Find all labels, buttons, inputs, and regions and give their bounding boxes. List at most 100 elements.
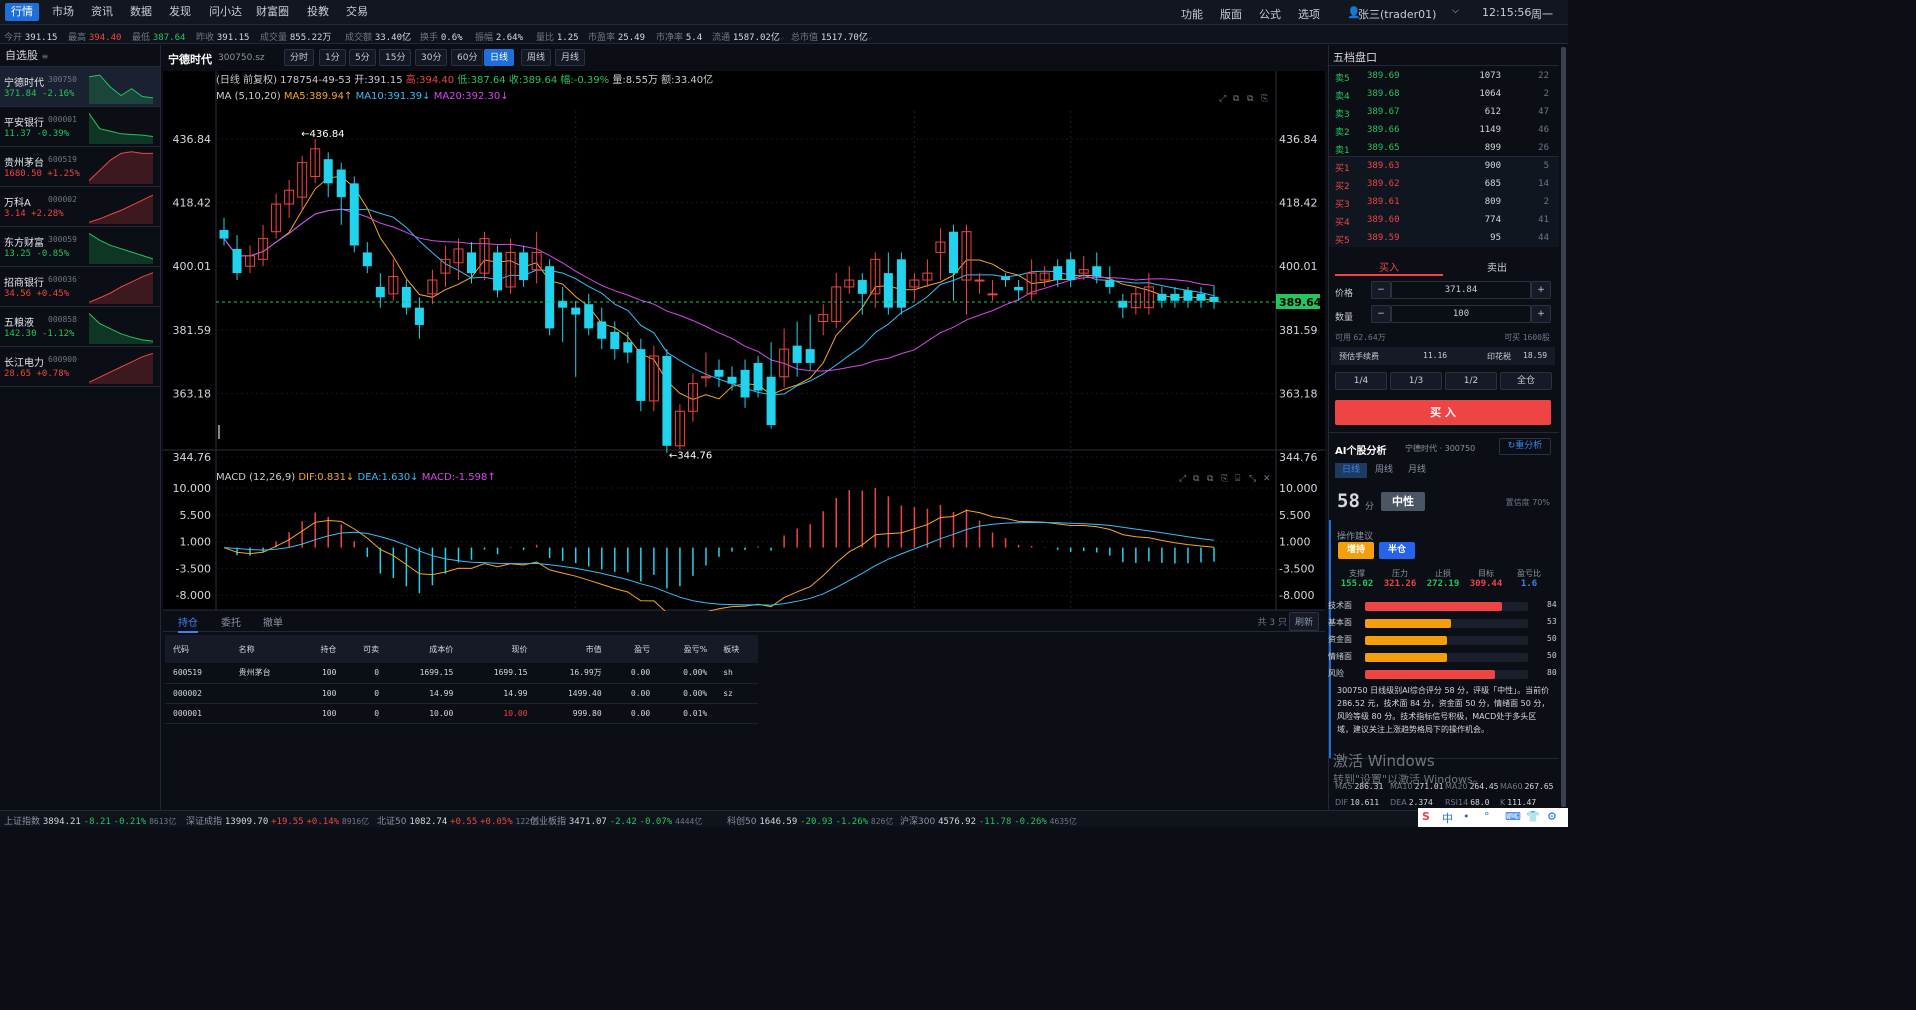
nav-tab-8[interactable]: 交易: [340, 3, 374, 21]
watchlist-item[interactable]: 招商银行 600036 34.56 +0.45%: [0, 267, 160, 307]
index-item[interactable]: 上证指数 3894.21 -8.21 -0.21% 8613亿: [4, 814, 176, 827]
column-header[interactable]: 盈亏%: [658, 635, 716, 663]
fraction-button[interactable]: 1/4: [1335, 372, 1387, 390]
nav-right-3[interactable]: 选项: [1298, 6, 1320, 22]
table-row[interactable]: 600519 贵州茅台 100 0 1699.15 1699.15 16.99万 0.00 0.…: [165, 663, 758, 684]
keyboard-icon[interactable]: ⌨: [1505, 810, 1521, 823]
scrollbar[interactable]: [1559, 45, 1568, 810]
price-input[interactable]: 371.84: [1391, 281, 1531, 299]
nav-tab-6[interactable]: 财富圈: [250, 3, 295, 21]
index-item[interactable]: 深证成指 13909.70 +19.55 +0.14% 8916亿: [186, 814, 369, 827]
column-header[interactable]: 可卖: [344, 635, 388, 663]
user-menu[interactable]: 张三(trader01): [1358, 6, 1436, 22]
dot-icon[interactable]: •: [1463, 810, 1470, 823]
watchlist-item[interactable]: 平安银行 000001 11.37 -0.39%: [0, 107, 160, 147]
punctuation-icon[interactable]: °: [1484, 810, 1490, 823]
nav-tab-3[interactable]: 数据: [124, 3, 158, 21]
bid-row[interactable]: 买3 389.61 809 2: [1329, 193, 1559, 211]
bid-row[interactable]: 买1 389.63 900 5: [1329, 157, 1559, 175]
ask-row[interactable]: 卖2 389.66 1149 46: [1329, 121, 1559, 139]
bottom-tab-2[interactable]: 撤单: [263, 614, 283, 629]
qty-minus-button[interactable]: −: [1371, 305, 1391, 323]
watchlist-item[interactable]: 贵州茅台 600519 1680.50 +1.25%: [0, 147, 160, 187]
timeframe-8[interactable]: 月线: [555, 49, 586, 66]
refresh-button[interactable]: 刷新: [1288, 612, 1319, 631]
nav-right-2[interactable]: 公式: [1259, 6, 1281, 22]
timeframe-1[interactable]: 1分: [319, 49, 346, 66]
fraction-button[interactable]: 全仓: [1500, 372, 1552, 390]
timeframe-6[interactable]: 日线: [484, 49, 515, 66]
bid-row[interactable]: 买2 389.62 685 14: [1329, 175, 1559, 193]
watchlist-item[interactable]: 五粮液 000858 142.30 -1.12%: [0, 307, 160, 347]
watchlist-item[interactable]: 东方财富 300059 13.25 -0.85%: [0, 227, 160, 267]
chevron-down-icon[interactable]: ⌵: [1452, 6, 1459, 16]
chart-tool-icon[interactable]: ⎘: [1221, 474, 1228, 484]
column-header[interactable]: 板块: [715, 635, 758, 663]
ask-row[interactable]: 卖3 389.67 612 47: [1329, 103, 1559, 121]
ask-row[interactable]: 卖1 389.65 899 26: [1329, 139, 1559, 157]
index-item[interactable]: 沪深300 4576.92 -11.78 -0.26% 4635亿: [900, 814, 1077, 827]
qty-plus-button[interactable]: +: [1531, 305, 1551, 323]
chart-tool-icon[interactable]: ⌸: [1235, 474, 1241, 484]
nav-right-1[interactable]: 版面: [1220, 6, 1242, 22]
timeframe-5[interactable]: 60分: [451, 49, 484, 66]
table-row[interactable]: 000002 100 0 14.99 14.99 1499.40 0.00 0.00% sz: [165, 683, 758, 704]
chart-tool-icon[interactable]: ⎘: [1261, 94, 1268, 104]
chart-tool-icon[interactable]: ⤡: [1249, 474, 1256, 484]
index-item[interactable]: 北证50 1082.74 +0.55 +0.05% 122亿: [377, 814, 538, 827]
skin-icon[interactable]: 👕: [1526, 810, 1540, 823]
nav-tab-2[interactable]: 资讯: [85, 3, 119, 21]
chart-tool-icon[interactable]: ⤢: [1178, 474, 1186, 484]
ime-icon[interactable]: 中: [1442, 810, 1453, 826]
nav-right-0[interactable]: 功能: [1181, 6, 1203, 22]
bottom-tab-1[interactable]: 委托: [221, 614, 241, 629]
column-header[interactable]: 盈亏: [609, 635, 659, 663]
qty-input[interactable]: 100: [1391, 305, 1531, 323]
watchlist-item[interactable]: 万科A 000002 3.14 +2.28%: [0, 187, 160, 227]
nav-tab-5[interactable]: 问小达: [203, 3, 248, 21]
chart-tool-icon[interactable]: ⧉: [1207, 474, 1214, 484]
bid-row[interactable]: 买4 389.60 774 41: [1329, 211, 1559, 229]
sell-tab[interactable]: 卖出: [1487, 259, 1507, 274]
bid-row[interactable]: 买5 389.59 95 44: [1329, 229, 1559, 247]
ask-row[interactable]: 卖5 389.69 1073 22: [1329, 67, 1559, 85]
watchlist-item[interactable]: 长江电力 600900 28.65 +0.78%: [0, 347, 160, 387]
price-plus-button[interactable]: +: [1531, 281, 1551, 299]
timeframe-2[interactable]: 5分: [349, 49, 376, 66]
column-header[interactable]: 名称: [230, 635, 302, 663]
nav-tab-7[interactable]: 投教: [301, 3, 335, 21]
fraction-button[interactable]: 1/2: [1445, 372, 1497, 390]
buy-tab[interactable]: 买入: [1379, 259, 1399, 274]
chart-tool-icon[interactable]: ⤢: [1218, 94, 1226, 104]
bottom-tab-0[interactable]: 持仓: [178, 614, 198, 633]
column-header[interactable]: 代码: [165, 635, 231, 663]
ai-tab-1[interactable]: 周线: [1368, 463, 1400, 478]
ai-tab-2[interactable]: 月线: [1401, 463, 1433, 478]
settings-icon[interactable]: ⚙: [1547, 810, 1557, 823]
table-row[interactable]: 000001 100 0 10.00 10.00 999.80 0.00 0.01%: [165, 703, 758, 724]
watchlist-item[interactable]: 宁德时代 300750 371.84 -2.16%: [0, 67, 160, 107]
column-header[interactable]: 市值: [535, 635, 610, 663]
timeframe-3[interactable]: 15分: [379, 49, 412, 66]
index-item[interactable]: 创业板指 3471.07 -2.42 -0.07% 4444亿: [530, 814, 702, 827]
chart-svg[interactable]: (日线 前复权) 178754-49-53 开:391.15 高:394.40 …: [163, 71, 1325, 636]
reanalyze-button[interactable]: ↻重分析: [1499, 438, 1551, 455]
column-header[interactable]: 成本价: [387, 635, 462, 663]
close-icon[interactable]: ✕: [1263, 474, 1271, 484]
chart-tool-icon[interactable]: ⧉: [1233, 94, 1240, 104]
column-header[interactable]: 现价: [461, 635, 536, 663]
ai-tab-0[interactable]: 日线: [1335, 463, 1367, 478]
fraction-button[interactable]: 1/3: [1390, 372, 1442, 390]
nav-tab-1[interactable]: 市场: [46, 3, 80, 21]
timeframe-4[interactable]: 30分: [415, 49, 448, 66]
price-minus-button[interactable]: −: [1371, 281, 1391, 299]
nav-tab-4[interactable]: 发现: [163, 3, 197, 21]
chart-tool-icon[interactable]: ⧉: [1193, 474, 1200, 484]
column-header[interactable]: 持仓: [301, 635, 345, 663]
timeframe-0[interactable]: 分时: [284, 49, 315, 66]
watchlist-title[interactable]: 自选股 ≡: [0, 45, 160, 67]
index-item[interactable]: 科创50 1646.59 -20.93 -1.26% 826亿: [727, 814, 893, 827]
timeframe-7[interactable]: 周线: [521, 49, 552, 66]
ask-row[interactable]: 卖4 389.68 1064 2: [1329, 85, 1559, 103]
nav-tab-0[interactable]: 行情: [5, 3, 39, 21]
